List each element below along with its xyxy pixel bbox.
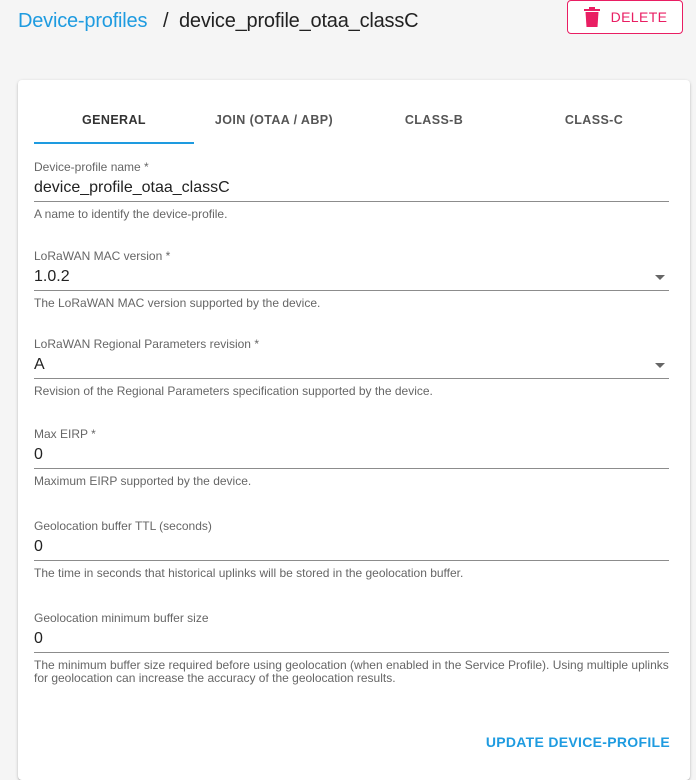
tab-class-b[interactable]: CLASS-B [354,96,514,144]
mac-version-select[interactable]: 1.0.2 [34,263,669,291]
trash-icon [583,7,600,27]
page-header: Device-profiles / device_profile_otaa_cl… [0,0,696,50]
mac-version-help: The LoRaWAN MAC version supported by the… [34,296,321,310]
update-device-profile-button[interactable]: UPDATE DEVICE-PROFILE [480,730,670,754]
tab-general[interactable]: GENERAL [34,96,194,144]
regional-params-help: Revision of the Regional Parameters spec… [34,384,433,398]
geolocation-min-buffer-label: Geolocation minimum buffer size [34,611,209,625]
delete-button[interactable]: DELETE [567,0,683,34]
regional-params-label: LoRaWAN Regional Parameters revision * [34,337,259,351]
tab-class-c[interactable]: CLASS-C [514,96,674,144]
mac-version-label: LoRaWAN MAC version * [34,249,171,263]
tab-join[interactable]: JOIN (OTAA / ABP) [194,96,354,144]
geolocation-min-buffer-help: The minimum buffer size required before … [34,658,669,685]
active-tab-indicator [34,142,194,144]
breadcrumb-separator: / [163,10,169,32]
device-profile-name-label: Device-profile name * [34,160,149,174]
geolocation-ttl-help: The time in seconds that historical upli… [34,566,464,580]
page-title: device_profile_otaa_classC [179,10,419,32]
geolocation-ttl-label: Geolocation buffer TTL (seconds) [34,519,212,533]
delete-button-label: DELETE [610,9,668,25]
max-eirp-label: Max EIRP * [34,427,96,441]
tab-bar: GENERAL JOIN (OTAA / ABP) CLASS-B CLASS-… [34,96,674,144]
regional-params-select[interactable]: A [34,351,669,379]
max-eirp-help: Maximum EIRP supported by the device. [34,474,252,488]
device-profile-name-input[interactable]: device_profile_otaa_classC [34,174,669,202]
breadcrumb-device-profiles-link[interactable]: Device-profiles [18,10,147,33]
device-profile-name-help: A name to identify the device-profile. [34,207,228,221]
geolocation-min-buffer-input[interactable]: 0 [34,625,669,653]
device-profile-form-card: GENERAL JOIN (OTAA / ABP) CLASS-B CLASS-… [18,80,690,780]
max-eirp-input[interactable]: 0 [34,441,669,469]
geolocation-ttl-input[interactable]: 0 [34,533,669,561]
